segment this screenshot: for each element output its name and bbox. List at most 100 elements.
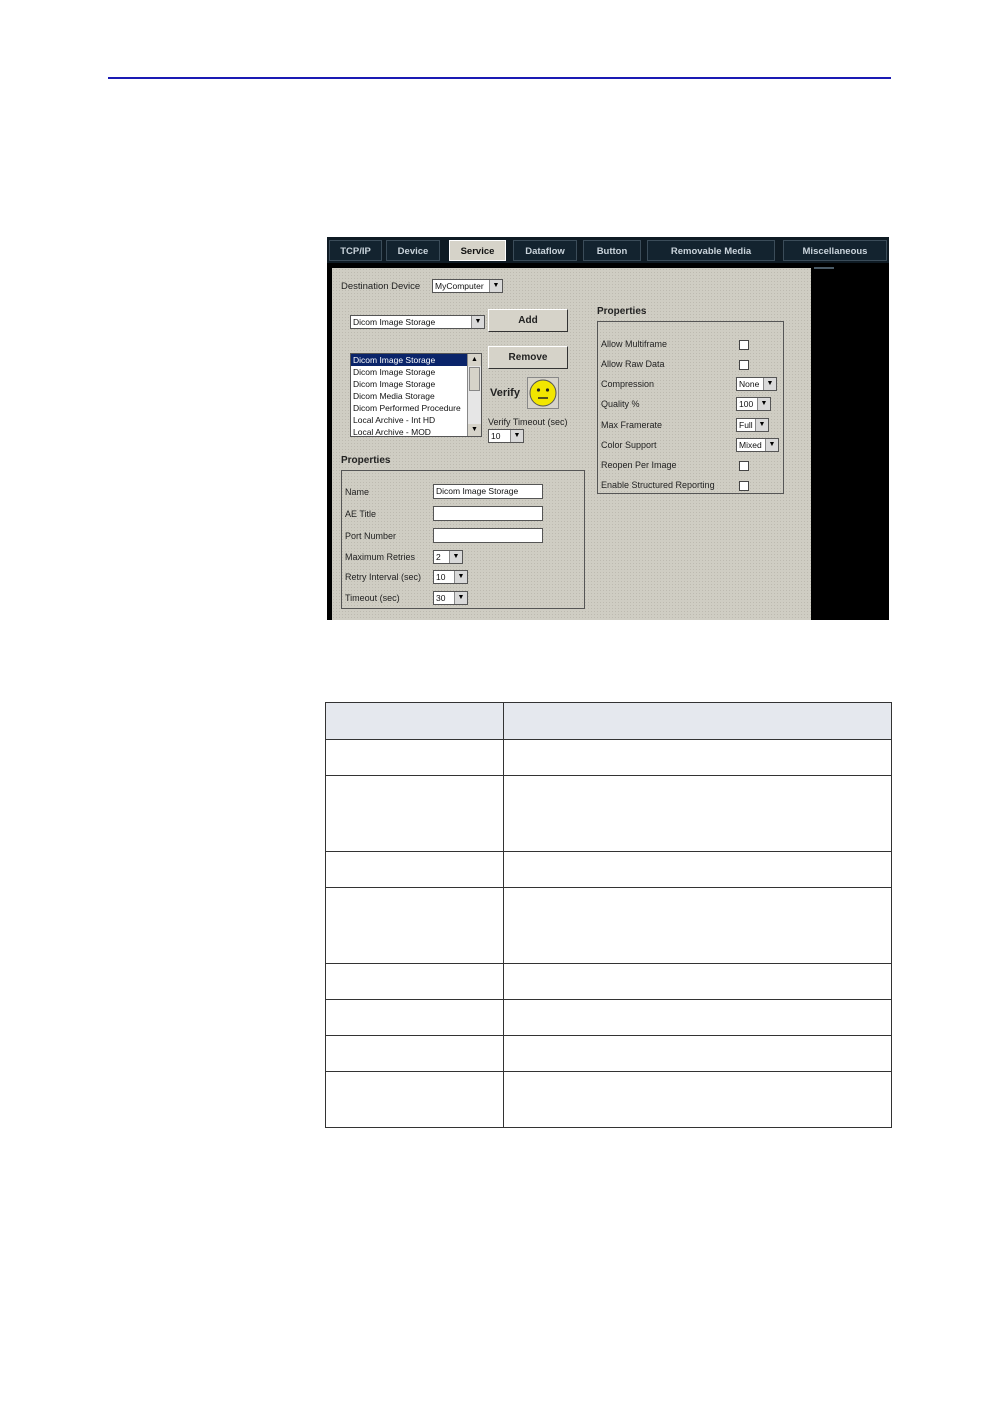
tab-service[interactable]: Service <box>449 240 506 261</box>
tab-button[interactable]: Button <box>583 240 641 261</box>
chevron-down-icon[interactable]: ▼ <box>489 280 502 292</box>
allow-multiframe-checkbox[interactable] <box>739 340 749 350</box>
list-item[interactable]: Dicom Performed Procedure <box>351 402 481 414</box>
description-table <box>325 702 892 1128</box>
list-item[interactable]: Local Archive - MOD <box>351 426 481 436</box>
name-label: Name <box>345 487 370 497</box>
compression-select[interactable]: None ▼ <box>736 377 777 391</box>
right-properties-header: Properties <box>597 306 647 317</box>
destination-device-label: Destination Device <box>341 281 421 292</box>
timeout-value: 30 <box>436 593 446 603</box>
table-cell <box>325 887 504 964</box>
maximum-retries-select[interactable]: 2 ▼ <box>433 550 463 564</box>
service-list[interactable]: Dicom Image Storage Dicom Image Storage … <box>350 353 482 437</box>
list-item[interactable]: Dicom Media Storage <box>351 390 481 402</box>
verify-timeout-label: Verify Timeout (sec) <box>488 417 568 427</box>
table-cell <box>325 999 504 1036</box>
name-field[interactable]: Dicom Image Storage <box>433 484 543 499</box>
table-row <box>325 851 892 888</box>
list-item[interactable]: Dicom Image Storage <box>351 354 481 366</box>
color-support-value: Mixed <box>739 440 762 450</box>
table-row <box>325 775 892 852</box>
tab-device[interactable]: Device <box>386 240 440 261</box>
side-area <box>811 263 889 620</box>
service-config-screenshot: TCP/IP Device Service Dataflow Button Re… <box>327 237 889 620</box>
allow-multiframe-label: Allow Multiframe <box>601 339 668 349</box>
tab-tcpip[interactable]: TCP/IP <box>329 240 382 261</box>
list-scrollbar[interactable]: ▲ ▼ <box>467 354 481 436</box>
table-cell <box>325 851 504 888</box>
compression-value: None <box>739 379 760 389</box>
ae-title-label: AE Title <box>345 509 377 519</box>
tab-dataflow[interactable]: Dataflow <box>513 240 577 261</box>
table-row <box>325 1071 892 1128</box>
table-cell <box>325 1071 504 1128</box>
retry-interval-label: Retry Interval (sec) <box>345 572 422 582</box>
enable-structured-reporting-checkbox[interactable] <box>739 481 749 491</box>
chevron-down-icon[interactable]: ▼ <box>454 592 467 604</box>
color-support-select[interactable]: Mixed ▼ <box>736 438 779 452</box>
compression-label: Compression <box>601 379 655 389</box>
smiley-face-icon <box>529 379 557 407</box>
table-row <box>325 887 892 964</box>
table-cell <box>503 887 892 964</box>
destination-device-select[interactable]: MyComputer ▼ <box>432 279 503 293</box>
timeout-label: Timeout (sec) <box>345 593 400 603</box>
verify-timeout-select[interactable]: 10 ▼ <box>488 429 524 443</box>
retry-interval-select[interactable]: 10 ▼ <box>433 570 468 584</box>
scroll-up-icon[interactable]: ▲ <box>468 354 481 366</box>
left-properties-header: Properties <box>341 455 391 466</box>
enable-structured-reporting-label: Enable Structured Reporting <box>601 480 715 490</box>
quality-value: 100 <box>739 399 754 409</box>
scroll-down-icon[interactable]: ▼ <box>468 424 481 436</box>
list-item[interactable]: Dicom Image Storage <box>351 366 481 378</box>
verify-timeout-value: 10 <box>491 431 501 441</box>
reopen-per-image-label: Reopen Per Image <box>601 460 677 470</box>
port-number-field[interactable] <box>433 528 543 543</box>
maximum-retries-value: 2 <box>436 552 441 562</box>
verify-label: Verify <box>490 387 520 399</box>
quality-select[interactable]: 100 ▼ <box>736 397 771 411</box>
destination-device-value: MyComputer <box>435 281 484 291</box>
remove-button[interactable]: Remove <box>488 346 568 369</box>
table-cell <box>503 1071 892 1128</box>
chevron-down-icon[interactable]: ▼ <box>510 430 523 442</box>
color-support-label: Color Support <box>601 440 657 450</box>
chevron-down-icon[interactable]: ▼ <box>449 551 462 563</box>
port-number-label: Port Number <box>345 531 397 541</box>
service-type-select[interactable]: Dicom Image Storage ▼ <box>350 315 485 329</box>
timeout-select[interactable]: 30 ▼ <box>433 591 468 605</box>
ae-title-field[interactable] <box>433 506 543 521</box>
table-row <box>325 739 892 776</box>
retry-interval-value: 10 <box>436 572 446 582</box>
list-item[interactable]: Dicom Image Storage <box>351 378 481 390</box>
chevron-down-icon[interactable]: ▼ <box>454 571 467 583</box>
chevron-down-icon[interactable]: ▼ <box>765 439 778 451</box>
quality-label: Quality % <box>601 399 640 409</box>
reopen-per-image-checkbox[interactable] <box>739 461 749 471</box>
max-framerate-select[interactable]: Full ▼ <box>736 418 769 432</box>
table-cell <box>503 851 892 888</box>
tab-miscellaneous[interactable]: Miscellaneous <box>783 240 887 261</box>
allow-raw-data-checkbox[interactable] <box>739 360 749 370</box>
table-cell <box>503 963 892 1000</box>
service-type-value: Dicom Image Storage <box>353 317 436 327</box>
verify-button[interactable] <box>527 377 559 409</box>
tab-removable-media[interactable]: Removable Media <box>647 240 775 261</box>
chevron-down-icon[interactable]: ▼ <box>471 316 484 328</box>
table-cell <box>503 1035 892 1072</box>
table-header-row <box>325 702 892 740</box>
chevron-down-icon[interactable]: ▼ <box>755 419 768 431</box>
chevron-down-icon[interactable]: ▼ <box>757 398 770 410</box>
table-row <box>325 963 892 1000</box>
chevron-down-icon[interactable]: ▼ <box>763 378 776 390</box>
maximum-retries-label: Maximum Retries <box>345 552 416 562</box>
table-cell <box>503 999 892 1036</box>
table-cell <box>503 775 892 852</box>
list-item[interactable]: Local Archive - Int HD <box>351 414 481 426</box>
add-button[interactable]: Add <box>488 309 568 332</box>
scroll-thumb[interactable] <box>469 367 480 391</box>
header-rule <box>108 77 891 79</box>
max-framerate-label: Max Framerate <box>601 420 663 430</box>
allow-raw-data-label: Allow Raw Data <box>601 359 665 369</box>
